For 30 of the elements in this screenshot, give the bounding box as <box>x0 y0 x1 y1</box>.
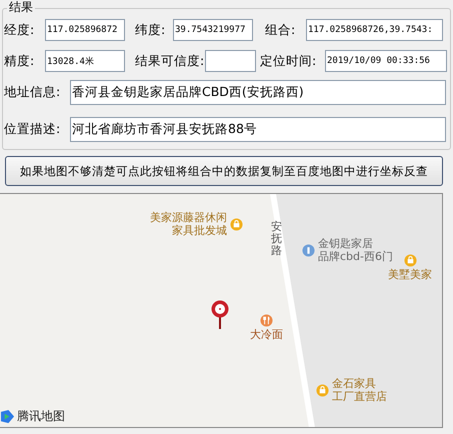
map-view[interactable]: 安抚路 美家源藤器休闲 家具批发城 金钥匙家居 品牌cbd-西6门 美墅美家 大冷面 金石家具 工厂直营店 腾讯地图 <box>0 193 443 428</box>
field-label: 地址信息: <box>4 84 62 100</box>
field-label: 组合: <box>265 22 296 38</box>
field-label: 精度: <box>4 52 36 70</box>
map-logo-icon <box>0 409 15 424</box>
group-title: 结果 <box>7 1 35 13</box>
text-field[interactable]: 河北省廊坊市香河县安抚路88号 <box>70 116 446 142</box>
text-field[interactable]: 117.025896872 <box>45 19 125 41</box>
text-field[interactable]: 2019/10/09 00:33:56 <box>325 50 447 72</box>
poi-label[interactable]: 大冷面 <box>250 328 283 341</box>
field-label: 位置描述: <box>4 120 62 138</box>
fork-knife-icon <box>260 314 273 327</box>
road-label: 安抚路 <box>271 221 282 258</box>
text-field[interactable]: 13028.4米 <box>45 50 125 72</box>
copy-to-baidu-button[interactable]: 如果地图不够清楚可点此按钮将组合中的数据复制至百度地图中进行坐标反查 <box>5 156 443 186</box>
text-field[interactable]: 117.0258968726,39.7543: <box>306 19 443 41</box>
poi-label[interactable]: 金钥匙家居 品牌cbd-西6门 <box>318 237 393 263</box>
poi-label[interactable]: 美墅美家 <box>388 268 432 281</box>
map-logo: 腾讯地图 <box>17 408 65 425</box>
field-label: 纬度: <box>135 22 166 38</box>
location-dot-icon <box>302 244 315 256</box>
poi-label[interactable]: 金石家具 工厂直营店 <box>332 377 387 403</box>
map-pin-icon[interactable] <box>210 300 230 330</box>
poi-label[interactable]: 美家源藤器休闲 家具批发城 <box>150 211 227 237</box>
field-label: 定位时间: <box>260 52 318 70</box>
field-label: 结果可信度: <box>135 52 205 70</box>
text-field[interactable]: 39.7543219977 <box>173 19 253 41</box>
field-label: 经度: <box>4 22 36 38</box>
text-field[interactable] <box>205 50 256 72</box>
text-field[interactable]: 香河县金钥匙家居品牌CBD西(安抚路西) <box>70 80 446 104</box>
